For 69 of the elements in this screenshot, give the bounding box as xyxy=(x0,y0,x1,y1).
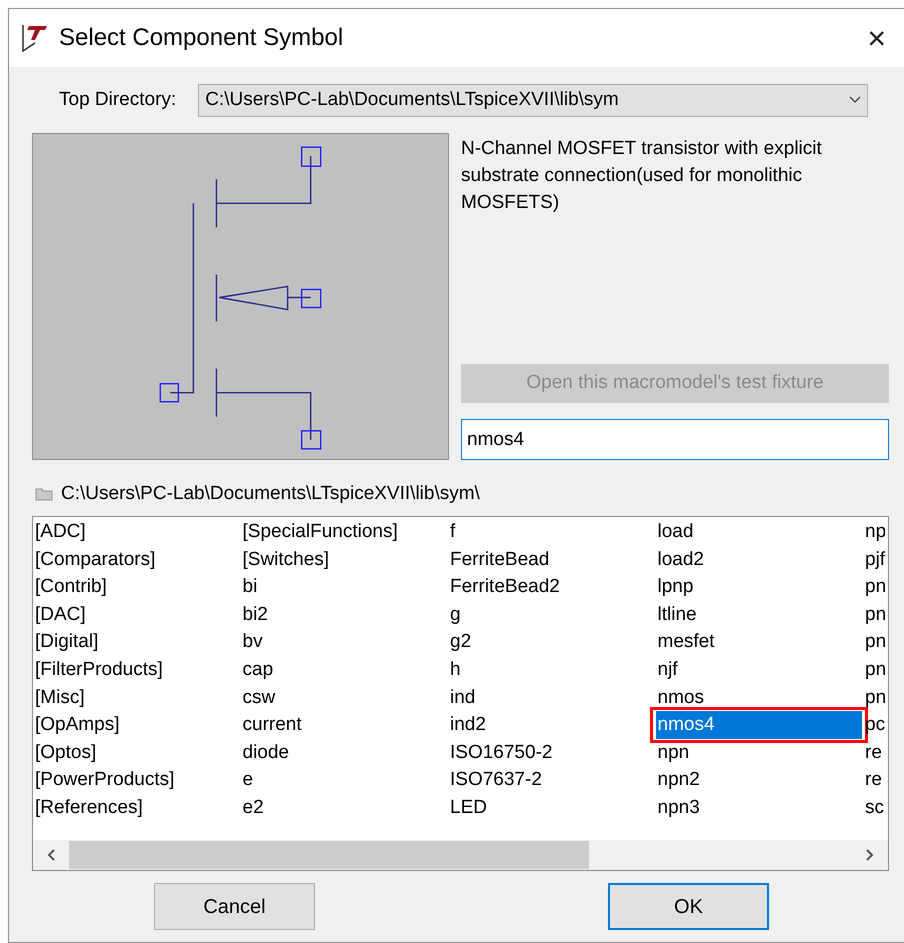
list-item[interactable]: LED xyxy=(448,794,487,822)
list-item[interactable]: FerriteBead2 xyxy=(448,573,560,601)
list-item[interactable]: [Misc] xyxy=(33,684,85,712)
list-item[interactable]: re xyxy=(863,766,882,794)
list-item[interactable]: re xyxy=(863,738,882,766)
list-item[interactable]: pn xyxy=(863,600,885,628)
cancel-button[interactable]: Cancel xyxy=(154,883,315,930)
list-item[interactable]: [Contrib] xyxy=(33,573,107,601)
list-item[interactable]: pjf xyxy=(863,546,885,574)
list-item[interactable]: sc xyxy=(863,794,884,822)
list-item[interactable]: bi2 xyxy=(240,600,268,628)
list-item[interactable]: [OpAmps] xyxy=(33,711,120,739)
list-item[interactable]: pn xyxy=(863,573,885,601)
list-item[interactable]: ind xyxy=(448,684,476,712)
list-item[interactable]: h xyxy=(448,656,461,684)
list-item[interactable]: pn xyxy=(863,684,885,712)
list-item[interactable]: [PowerProducts] xyxy=(33,766,174,794)
list-item[interactable]: f xyxy=(448,518,456,546)
list-item[interactable]: ISO16750-2 xyxy=(448,738,552,766)
list-item[interactable]: bi xyxy=(240,573,258,601)
list-item[interactable]: FerriteBead xyxy=(448,546,550,574)
list-item[interactable]: load2 xyxy=(656,546,704,574)
list-item[interactable]: pn xyxy=(863,656,885,684)
component-description: N-Channel MOSFET transistor with explicit substrate connection(used for monolithic MOSFETS) xyxy=(461,137,823,215)
list-item[interactable]: [References] xyxy=(33,794,143,822)
list-item[interactable]: [Comparators] xyxy=(33,546,156,574)
scrollbar-thumb[interactable] xyxy=(69,841,589,869)
list-item[interactable]: e xyxy=(240,766,254,794)
list-item[interactable]: npn xyxy=(656,738,690,766)
chevron-down-icon xyxy=(849,96,862,104)
list-item[interactable]: current xyxy=(240,711,302,739)
list-item[interactable]: [Optos] xyxy=(33,738,96,766)
list-item[interactable]: pn xyxy=(863,628,885,656)
list-item[interactable]: [Switches] xyxy=(240,546,330,574)
list-item[interactable]: g xyxy=(448,600,461,628)
list-item[interactable]: bv xyxy=(240,628,263,656)
field-label: Top Directory: xyxy=(59,88,176,112)
list-item[interactable]: g2 xyxy=(448,628,472,656)
list-item[interactable]: [DAC] xyxy=(33,600,86,628)
list-item[interactable]: cap xyxy=(240,656,274,684)
horizontal-scrollbar[interactable] xyxy=(33,840,888,870)
list-item[interactable]: mesfet xyxy=(656,628,715,656)
current-path: C:\Users\PC-Lab\Documents\LTspiceXVII\lib\sym\ xyxy=(61,482,480,506)
scroll-right-icon[interactable] xyxy=(866,849,874,861)
list-item[interactable]: [ADC] xyxy=(33,518,86,546)
ok-button[interactable]: OK xyxy=(608,883,769,930)
list-item[interactable]: [SpecialFunctions] xyxy=(240,518,398,546)
list-item[interactable]: ind2 xyxy=(448,711,486,739)
list-item[interactable]: [Digital] xyxy=(33,628,98,656)
list-item[interactable]: [FilterProducts] xyxy=(33,656,163,684)
list-item[interactable]: csw xyxy=(240,684,276,712)
list-item[interactable]: npn2 xyxy=(656,766,700,794)
name-input-field[interactable]: nmos4 xyxy=(461,419,889,460)
directory-dropdown[interactable]: C:\Users\PC-Lab\Documents\LTspiceXVII\lib\sym xyxy=(198,84,868,116)
scroll-left-icon[interactable] xyxy=(47,849,55,861)
list-item[interactable]: njf xyxy=(656,656,678,684)
list-item[interactable]: np xyxy=(863,518,885,546)
list-item[interactable]: e2 xyxy=(240,794,264,822)
list-item[interactable]: load xyxy=(656,518,694,546)
list-item[interactable]: ltline xyxy=(656,600,697,628)
folder-icon xyxy=(35,487,53,501)
window-title: Select Component Symbol xyxy=(59,23,344,53)
close-button[interactable]: × xyxy=(861,22,892,54)
list-item[interactable]: npn3 xyxy=(656,794,700,822)
app-logo-icon xyxy=(21,23,49,53)
list-item[interactable]: ISO7637-2 xyxy=(448,766,542,794)
list-item[interactable]: nmos xyxy=(656,684,704,712)
list-item[interactable]: diode xyxy=(240,738,289,766)
list-item[interactable]: lpnp xyxy=(656,573,694,601)
